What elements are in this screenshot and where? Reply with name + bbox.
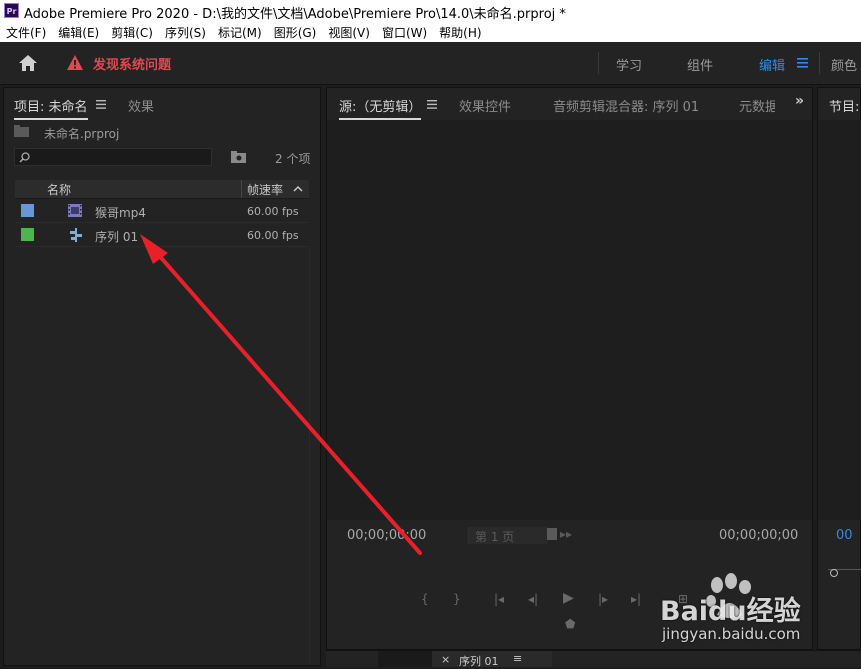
- menu-graphics[interactable]: 图形(G): [268, 22, 323, 42]
- fit-dropdown-icon[interactable]: [547, 528, 557, 540]
- clip-icon: [68, 204, 82, 217]
- panel-menu-icon[interactable]: [96, 100, 106, 109]
- close-icon[interactable]: ×: [441, 653, 450, 666]
- step-back-icon[interactable]: ◂|: [528, 592, 538, 606]
- sequence-tab-label: 序列 01: [459, 655, 499, 668]
- go-to-out-icon[interactable]: ▸|: [631, 592, 641, 606]
- menu-help[interactable]: 帮助(H): [433, 22, 487, 42]
- item-name[interactable]: 猴哥mp4: [95, 204, 146, 221]
- menu-file[interactable]: 文件(F): [0, 22, 52, 42]
- timeline-bar: × 序列 01 ≡: [326, 650, 861, 668]
- sort-ascending-icon[interactable]: [293, 186, 303, 192]
- column-name-header[interactable]: 名称: [47, 181, 71, 198]
- item-count: 2 个项: [275, 152, 311, 166]
- workspace-learn[interactable]: 学习: [616, 55, 642, 74]
- warning-icon[interactable]: [66, 54, 84, 72]
- title-bar: Pr Adobe Premiere Pro 2020 - D:\我的文件\文档\…: [0, 0, 861, 22]
- table-row[interactable]: 序列 01 60.00 fps: [15, 223, 309, 247]
- toolbar-divider: [819, 52, 820, 74]
- home-icon[interactable]: [18, 54, 38, 72]
- folder-up-icon[interactable]: [14, 125, 29, 137]
- workspace-menu-icon[interactable]: [797, 58, 808, 68]
- program-timecode[interactable]: 00: [836, 528, 853, 543]
- menu-markers[interactable]: 标记(M): [212, 22, 268, 42]
- more-tabs-icon[interactable]: »: [795, 93, 804, 109]
- tab-effects[interactable]: 效果: [128, 96, 154, 115]
- item-name[interactable]: 序列 01: [95, 228, 138, 245]
- page-label: 第 1 页: [475, 530, 515, 544]
- menu-bar: 文件(F) 编辑(E) 剪辑(C) 序列(S) 标记(M) 图形(G) 视图(V…: [0, 22, 861, 42]
- workspace-editing[interactable]: 编辑: [759, 55, 785, 74]
- column-fps-header[interactable]: 帧速率: [247, 181, 283, 198]
- menu-window[interactable]: 窗口(W): [376, 22, 433, 42]
- tab-source[interactable]: 源:（无剪辑）: [339, 96, 422, 120]
- tab-sequence[interactable]: × 序列 01 ≡: [432, 651, 552, 668]
- tab-effect-controls[interactable]: 效果控件: [459, 96, 511, 115]
- item-fps: 60.00 fps: [247, 229, 299, 242]
- search-icon: [19, 152, 30, 163]
- menu-clip[interactable]: 剪辑(C): [105, 22, 159, 42]
- table-header: 名称 帧速率: [15, 180, 309, 199]
- step-forward-icon[interactable]: |▸: [598, 592, 608, 606]
- watermark-url: jingyan.baidu.com: [662, 625, 801, 643]
- workspace-color[interactable]: 颜色: [831, 55, 857, 74]
- workspace-toolbar: 发现系统问题 学习 组件 编辑 颜色: [0, 42, 861, 85]
- tab-metadata[interactable]: 元数据: [739, 96, 775, 115]
- warning-text[interactable]: 发现系统问题: [93, 54, 171, 73]
- panel-menu-icon[interactable]: [427, 100, 437, 109]
- watermark-brand: Baidu经验: [660, 596, 801, 627]
- source-video-area[interactable]: [327, 120, 812, 520]
- source-timecode[interactable]: 00;00;00;00: [347, 528, 426, 543]
- label-color-swatch[interactable]: [21, 228, 34, 241]
- tab-audio-clip-mixer[interactable]: 音频剪辑混合器: 序列 01: [553, 96, 699, 115]
- play-icon[interactable]: ▶: [563, 590, 574, 606]
- tab-project[interactable]: 项目: 未命名: [14, 96, 88, 120]
- timeline-tools-area: [378, 651, 432, 667]
- label-color-swatch[interactable]: [21, 204, 34, 217]
- go-to-in-icon[interactable]: |◂: [494, 592, 504, 606]
- item-fps: 60.00 fps: [247, 205, 299, 218]
- search-input[interactable]: [14, 148, 212, 166]
- mark-out-icon[interactable]: }: [453, 592, 461, 606]
- mark-in-icon[interactable]: {: [421, 592, 429, 606]
- project-list-area[interactable]: [15, 247, 310, 663]
- premiere-logo-icon: Pr: [4, 3, 19, 18]
- window-title: Adobe Premiere Pro 2020 - D:\我的文件\文档\Ado…: [24, 7, 566, 22]
- playhead-handle[interactable]: [830, 569, 838, 577]
- table-row[interactable]: 猴哥mp4 60.00 fps: [15, 199, 309, 223]
- program-video-area[interactable]: [818, 120, 861, 520]
- new-bin-icon[interactable]: [231, 151, 246, 163]
- menu-view[interactable]: 视图(V): [322, 22, 376, 42]
- toolbar-divider: [598, 52, 599, 74]
- tab-program[interactable]: 节目:: [829, 96, 859, 118]
- marker-icon[interactable]: ⬟: [565, 617, 575, 631]
- source-duration: 00;00;00;00: [719, 528, 799, 543]
- settings-icon[interactable]: ▸▸: [560, 527, 572, 541]
- project-file-name: 未命名.prproj: [44, 127, 120, 141]
- sequence-icon: [70, 228, 82, 242]
- panel-menu-icon[interactable]: ≡: [513, 652, 522, 665]
- workspace-assembly[interactable]: 组件: [687, 55, 713, 74]
- column-divider: [241, 180, 242, 198]
- menu-sequence[interactable]: 序列(S): [159, 22, 212, 42]
- page-selector[interactable]: 第 1 页: [467, 527, 547, 544]
- menu-edit[interactable]: 编辑(E): [52, 22, 105, 42]
